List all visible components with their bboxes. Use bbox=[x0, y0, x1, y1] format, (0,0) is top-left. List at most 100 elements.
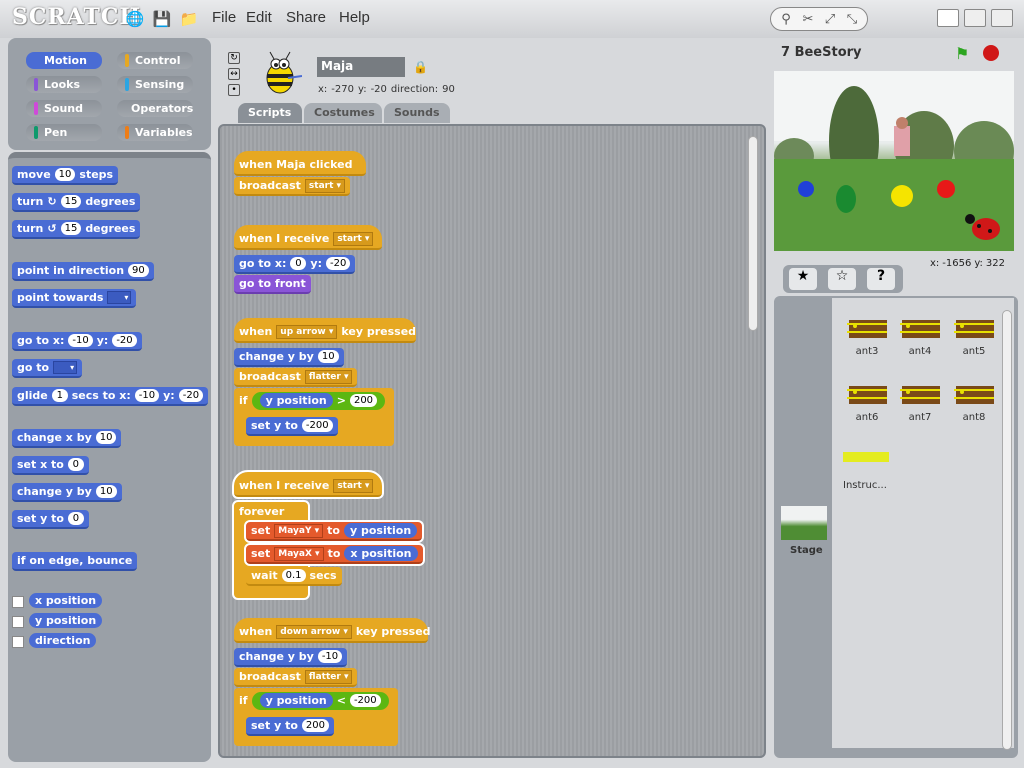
sprite-name-field[interactable]: Maja bbox=[317, 57, 405, 77]
message-dropdown[interactable]: start ▾ bbox=[333, 231, 374, 246]
save-icon[interactable]: 💾 bbox=[152, 9, 172, 29]
random-sprite-icon[interactable]: ? bbox=[867, 268, 895, 290]
set-y-block[interactable]: set y to 200 bbox=[246, 717, 335, 736]
number-input[interactable]: -20 bbox=[112, 334, 137, 347]
number-input[interactable]: 10 bbox=[317, 350, 339, 363]
key-dropdown[interactable]: up arrow ▾ bbox=[276, 324, 338, 339]
number-input[interactable]: 200 bbox=[301, 719, 330, 732]
goto-xy-block[interactable]: go to x: -10 y: -20 bbox=[12, 332, 142, 351]
wait-block[interactable]: wait 0.1 secs bbox=[246, 567, 342, 586]
small-stage-mode-icon[interactable] bbox=[937, 9, 959, 27]
number-input[interactable]: 1 bbox=[51, 389, 68, 402]
sprite-thumb-ant3[interactable]: ant3 bbox=[840, 312, 894, 357]
turn-right-block[interactable]: turn ↻ 15 degrees bbox=[12, 193, 141, 212]
category-pen[interactable]: Pen bbox=[26, 124, 102, 141]
x-position-reporter[interactable]: x position bbox=[29, 593, 103, 608]
shrink-icon[interactable]: ⤡ bbox=[842, 12, 862, 27]
globe-icon[interactable]: 🌐 bbox=[125, 9, 145, 29]
sprite-thumb-ant7[interactable]: ant7 bbox=[893, 378, 947, 423]
number-input[interactable]: -20 bbox=[178, 389, 204, 402]
number-input[interactable]: -200 bbox=[349, 694, 381, 707]
change-y-block[interactable]: change y by 10 bbox=[234, 348, 344, 367]
y-position-reporter[interactable]: y position bbox=[259, 693, 333, 708]
greater-than-block[interactable]: y position >200 bbox=[251, 391, 386, 410]
sprite-list-scrollbar[interactable] bbox=[1002, 310, 1012, 750]
flip-style-icon[interactable]: ↔ bbox=[228, 68, 240, 80]
y-position-reporter[interactable]: y position bbox=[29, 613, 103, 628]
menu-file[interactable]: File bbox=[212, 9, 236, 26]
broadcast-block[interactable]: broadcast flatter ▾ bbox=[234, 368, 358, 387]
when-receive-hat[interactable]: when I receive start ▾ bbox=[234, 225, 382, 250]
dropdown[interactable]: ▾ bbox=[53, 361, 78, 374]
point-towards-block[interactable]: point towards ▾ bbox=[12, 289, 137, 308]
less-than-block[interactable]: y position < -200 bbox=[251, 691, 389, 710]
no-rotate-icon[interactable]: • bbox=[228, 84, 240, 96]
category-variables[interactable]: Variables bbox=[117, 124, 193, 141]
number-input[interactable]: 90 bbox=[128, 264, 149, 277]
sprite-thumb-instructions[interactable]: Instruc... bbox=[840, 452, 894, 491]
set-y-block[interactable]: set y to 0 bbox=[12, 510, 89, 529]
x-position-checkbox[interactable] bbox=[12, 596, 24, 608]
number-input[interactable]: -10 bbox=[68, 334, 93, 347]
set-variable-block[interactable]: set MayaX ▾ to x position bbox=[244, 543, 425, 566]
menu-edit[interactable]: Edit bbox=[246, 9, 272, 26]
dropdown[interactable]: ▾ bbox=[107, 291, 132, 304]
number-input[interactable]: 15 bbox=[60, 222, 82, 235]
glide-block[interactable]: glide 1 secs to x: -10 y: -20 bbox=[12, 387, 209, 406]
bounce-block[interactable]: if on edge, bounce bbox=[12, 552, 138, 571]
number-input[interactable]: -20 bbox=[325, 257, 351, 270]
grow-icon[interactable]: ⤢ bbox=[820, 12, 840, 27]
direction-checkbox[interactable] bbox=[12, 636, 24, 648]
tab-sounds[interactable]: Sounds bbox=[384, 103, 450, 123]
sprite-thumb-ant8[interactable]: ant8 bbox=[947, 378, 1001, 423]
turn-left-block[interactable]: turn ↺ 15 degrees bbox=[12, 220, 141, 239]
paint-new-sprite-icon[interactable]: ★ bbox=[789, 268, 817, 290]
menu-help[interactable]: Help bbox=[339, 9, 370, 26]
category-control[interactable]: Control bbox=[117, 52, 193, 69]
goto-block[interactable]: go to ▾ bbox=[12, 359, 83, 378]
number-input[interactable]: 0 bbox=[290, 257, 307, 270]
broadcast-block[interactable]: broadcast start ▾ bbox=[234, 177, 351, 196]
message-dropdown[interactable]: flatter ▾ bbox=[304, 669, 353, 684]
number-input[interactable]: 0 bbox=[67, 512, 84, 525]
message-dropdown[interactable]: flatter ▾ bbox=[304, 369, 353, 384]
sprite-thumb-ant5[interactable]: ant5 bbox=[947, 312, 1001, 357]
variable-dropdown[interactable]: MayaX ▾ bbox=[274, 546, 324, 561]
number-input[interactable]: -10 bbox=[134, 389, 160, 402]
number-input[interactable]: -10 bbox=[317, 650, 343, 663]
category-sensing[interactable]: Sensing bbox=[117, 76, 193, 93]
message-dropdown[interactable]: start ▾ bbox=[304, 178, 346, 193]
share-icon[interactable]: 📁 bbox=[179, 9, 199, 29]
when-receive-hat[interactable]: when I receive start ▾ bbox=[232, 470, 384, 499]
stage-thumbnail[interactable] bbox=[781, 506, 827, 540]
green-flag-icon[interactable]: ⚑ bbox=[955, 44, 969, 63]
number-input[interactable]: 0 bbox=[67, 458, 84, 471]
stage[interactable] bbox=[774, 71, 1014, 251]
sprite-thumb-ant6[interactable]: ant6 bbox=[840, 378, 894, 423]
point-direction-block[interactable]: point in direction 90 bbox=[12, 262, 154, 281]
change-y-block[interactable]: change y by -10 bbox=[234, 648, 348, 667]
set-variable-block[interactable]: set MayaY ▾ to y position bbox=[243, 520, 425, 543]
when-key-pressed-hat[interactable]: when down arrow ▾ key pressed bbox=[234, 618, 431, 643]
duplicate-icon[interactable]: ⚲ bbox=[776, 12, 796, 27]
normal-stage-mode-icon[interactable] bbox=[964, 9, 986, 27]
tab-scripts[interactable]: Scripts bbox=[238, 103, 302, 123]
direction-reporter[interactable]: direction bbox=[29, 633, 97, 648]
number-input[interactable]: 10 bbox=[54, 168, 76, 181]
tab-costumes[interactable]: Costumes bbox=[304, 103, 382, 123]
presentation-mode-icon[interactable] bbox=[991, 9, 1013, 27]
key-dropdown[interactable]: down arrow ▾ bbox=[276, 624, 352, 639]
number-input[interactable]: 0.1 bbox=[281, 569, 306, 582]
change-y-block[interactable]: change y by 10 bbox=[12, 483, 122, 502]
when-clicked-hat[interactable]: when Maja clicked bbox=[234, 151, 366, 176]
y-position-reporter[interactable]: y position bbox=[343, 523, 418, 538]
number-input[interactable]: 15 bbox=[60, 195, 82, 208]
sprite-thumb-ant4[interactable]: ant4 bbox=[893, 312, 947, 357]
scripts-scrollbar[interactable] bbox=[748, 136, 758, 331]
delete-icon[interactable]: ✂ bbox=[798, 12, 818, 27]
change-x-block[interactable]: change x by 10 bbox=[12, 429, 122, 448]
y-position-reporter[interactable]: y position bbox=[259, 393, 333, 408]
number-input[interactable]: 200 bbox=[349, 394, 378, 407]
y-position-checkbox[interactable] bbox=[12, 616, 24, 628]
set-y-block[interactable]: set y to -200 bbox=[246, 417, 338, 436]
